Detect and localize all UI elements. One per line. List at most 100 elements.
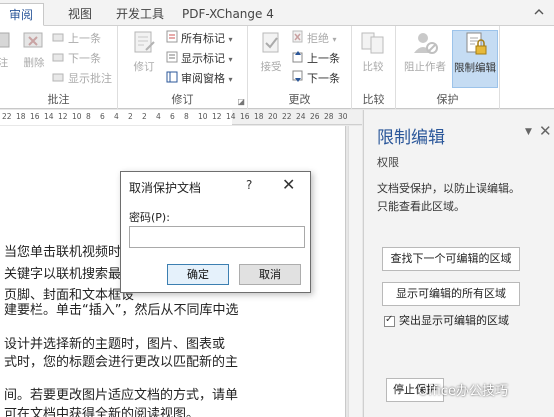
help-icon[interactable]: ?: [246, 178, 252, 192]
next-change-icon: [292, 70, 304, 88]
highlight-editable-checkbox[interactable]: 突出显示可编辑的区域: [384, 312, 509, 328]
cancel-button[interactable]: 取消: [239, 264, 301, 285]
ruler-tick-label: 6: [170, 112, 175, 121]
prev-change-button[interactable]: 上一条: [292, 50, 340, 67]
ruler-tick-label: 24: [296, 112, 306, 121]
document-text-line: 可在文档中获得全新的阅读视图。: [4, 407, 200, 417]
dialog-launcher-icon[interactable]: ◪: [237, 97, 245, 106]
show-markup-icon: [166, 51, 178, 68]
ruler-tick-label: 16: [30, 112, 40, 121]
accept-button[interactable]: 接受: [254, 30, 288, 88]
dialog-title: 取消保护文档: [129, 181, 202, 195]
ribbon: 注 删除 上一条 下一条 显示批注 批注 修订 所有标记 ▾ 显示标记 ▾ 审阅…: [0, 26, 554, 109]
protection-description: 文档受保护，以防止误编辑。: [377, 182, 520, 195]
next-change-button[interactable]: 下一条: [292, 70, 340, 87]
restrict-editing-button[interactable]: 限制编辑: [452, 30, 498, 88]
chevron-down-icon: ▾: [332, 35, 337, 44]
pane-section-permissions: 权限: [377, 156, 399, 169]
new-comment-button[interactable]: 注: [0, 30, 16, 88]
find-next-editable-button[interactable]: 查找下一个可编辑的区域: [382, 247, 520, 271]
tab-review[interactable]: 审阅: [0, 3, 45, 26]
restrict-editing-pane: 限制编辑 ▼ ✕ 权限 文档受保护，以防止误编辑。 只能查看此区域。 查找下一个…: [363, 110, 554, 417]
reject-icon: [292, 30, 304, 48]
comment-icon: [0, 32, 10, 48]
ruler-tick-label: 12: [58, 112, 68, 121]
block-authors-button[interactable]: 阻止作者: [399, 30, 451, 88]
ruler-tick-label: 6: [100, 112, 105, 121]
pane-options-icon[interactable]: ▼: [525, 127, 532, 137]
show-markup-button[interactable]: 显示标记 ▾: [166, 50, 233, 67]
ruler-tick-label: 4: [156, 112, 161, 121]
unprotect-document-dialog: 取消保护文档 ? ✕ 密码(P): 确定 取消: [120, 171, 311, 293]
ok-button[interactable]: 确定: [167, 264, 229, 285]
ruler-tick-label: 2: [142, 112, 147, 121]
compare-button[interactable]: 比较: [355, 30, 391, 88]
document-text-line: 式时，您的标题会进行更改以匹配新的主: [4, 355, 239, 370]
prev-comment-icon: [52, 31, 65, 48]
accept-icon: [262, 32, 279, 53]
review-pane-button[interactable]: 审阅窗格 ▾: [166, 70, 233, 87]
ribbon-tab-bar: 审阅 视图 开发工具 PDF-XChange 4: [0, 0, 554, 26]
ruler-tick-label: 22: [282, 112, 292, 121]
prev-comment-button[interactable]: 上一条: [52, 30, 101, 47]
ruler-tick-label: 8: [86, 112, 91, 121]
ruler-tick-label: 20: [268, 112, 278, 121]
chevron-up-icon[interactable]: [532, 5, 546, 19]
group-label-changes: 更改: [288, 93, 311, 106]
show-comments-icon: [52, 71, 65, 88]
ruler-tick-label: 8: [184, 112, 189, 121]
ruler-tick-label: 10: [72, 112, 82, 121]
ruler-tick-label: 26: [310, 112, 320, 121]
tab-pdf-xchange[interactable]: PDF-XChange 4: [172, 3, 284, 26]
show-comments-button[interactable]: 显示批注: [52, 70, 112, 87]
pane-title: 限制编辑: [377, 128, 445, 148]
ruler-tick-label: 4: [114, 112, 119, 121]
group-changes: 接受 拒绝 ▾ 上一条 下一条 更改: [248, 26, 352, 109]
delete-comment-button[interactable]: 删除: [18, 30, 50, 88]
password-label: 密码(P):: [129, 211, 170, 224]
tab-developer[interactable]: 开发工具: [106, 3, 174, 26]
next-comment-icon: [52, 51, 65, 68]
next-comment-button[interactable]: 下一条: [52, 50, 101, 67]
group-label-comments: 批注: [47, 93, 70, 106]
ruler-tick-label: 18: [254, 112, 264, 121]
chevron-down-icon: ▾: [228, 55, 233, 64]
document-text-line: 间。若要更改图片适应文档的方式，请单: [4, 388, 239, 403]
delete-comment-icon: [23, 32, 43, 48]
markup-select[interactable]: 所有标记 ▾: [166, 30, 233, 47]
ruler-tick-label: 22: [2, 112, 12, 121]
group-compare: 比较 比较: [352, 26, 396, 109]
watermark-text: Office办公技巧: [418, 384, 508, 399]
tab-view[interactable]: 视图: [58, 3, 102, 26]
checkbox-checked-icon[interactable]: [384, 314, 395, 327]
group-label-protect: 保护: [436, 93, 459, 106]
track-changes-icon: [134, 31, 155, 53]
password-field[interactable]: [129, 226, 305, 248]
close-icon[interactable]: ✕: [539, 122, 552, 140]
markup-icon: [166, 30, 178, 48]
ruler-tick-label: 16: [240, 112, 250, 121]
compare-icon: [361, 32, 384, 54]
group-protect: 阻止作者 限制编辑 保护: [396, 26, 500, 109]
prev-change-icon: [292, 50, 304, 68]
ruler-tick-label: 14: [44, 112, 54, 121]
reject-button[interactable]: 拒绝 ▾: [292, 30, 337, 47]
block-authors-icon: [414, 33, 438, 54]
track-changes-button[interactable]: 修订: [126, 30, 162, 88]
vertical-scrollbar[interactable]: [348, 126, 362, 417]
document-text-line: 设计并选择新的主题时，图片、图表或: [4, 337, 226, 352]
close-icon[interactable]: ✕: [282, 175, 295, 194]
document-text-line: 建要栏。单击“插入”，然后从不同库中选: [4, 303, 239, 318]
group-label-compare: 比较: [362, 93, 385, 106]
ruler-tick-label: 30: [338, 112, 348, 121]
ruler-tick-label: 14: [226, 112, 236, 121]
show-all-editable-button[interactable]: 显示可编辑的所有区域: [382, 282, 520, 306]
protection-description-2: 只能查看此区域。: [377, 200, 465, 213]
ruler-tick-label: 18: [16, 112, 26, 121]
lock-document-icon: [466, 32, 487, 55]
ruler-tick-label: 2: [128, 112, 133, 121]
horizontal-ruler: 22 18 16 14 12 10 8 6 4 2 2 4 6 8 10 12 14 16 18 20 22 24 26 28…: [0, 110, 362, 125]
group-tracking: 修订 所有标记 ▾ 显示标记 ▾ 审阅窗格 ▾ 修订 ◪: [118, 26, 248, 109]
ruler-tick-label: 12: [212, 112, 222, 121]
group-comments: 注 删除 上一条 下一条 显示批注 批注: [0, 26, 118, 109]
